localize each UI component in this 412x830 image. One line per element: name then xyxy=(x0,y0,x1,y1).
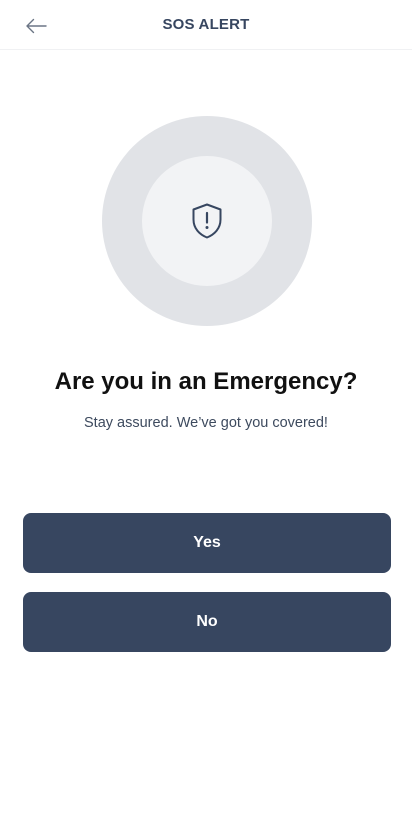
shield-alert-icon xyxy=(192,203,222,239)
emergency-question-heading: Are you in an Emergency? xyxy=(54,368,358,395)
sos-emblem-inner-circle xyxy=(142,156,272,286)
yes-button[interactable]: Yes xyxy=(23,513,391,573)
page-title: SOS ALERT xyxy=(162,16,250,33)
reassurance-subtext: Stay assured. We’ve got you covered! xyxy=(84,415,328,431)
sos-emblem-outer-ring xyxy=(102,116,312,326)
app-header: SOS ALERT xyxy=(0,0,412,50)
no-button[interactable]: No xyxy=(23,592,391,652)
